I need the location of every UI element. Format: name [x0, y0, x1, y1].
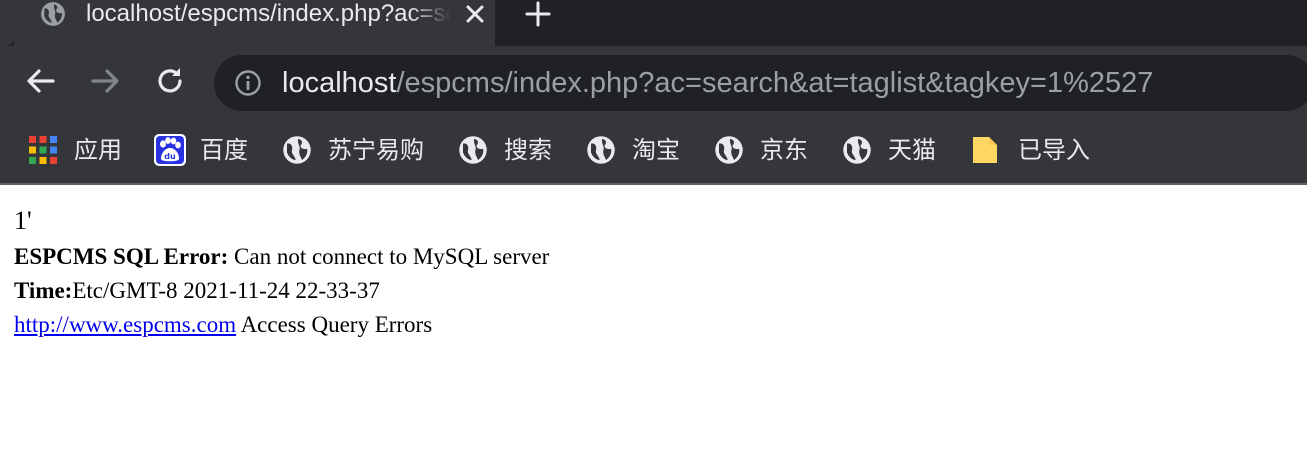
svg-text:du: du [164, 152, 176, 161]
plus-icon[interactable] [524, 0, 552, 28]
page-content: 1' ESPCMS SQL Error: Can not connect to … [14, 202, 1294, 342]
link-line: http://www.espcms.com Access Query Error… [14, 308, 1294, 342]
bookmark-label: 搜索 [504, 136, 552, 164]
bookmarks-bar: 应用 du 百度 苏宁易购 搜索 淘宝 京东 天猫 已导入 [0, 116, 1307, 183]
globe-icon [587, 136, 615, 164]
baidu-paw-icon: du [154, 134, 186, 166]
bookmark-suning[interactable]: 苏宁易购 [282, 130, 424, 170]
globe-icon [459, 136, 487, 164]
time-label: Time: [14, 278, 73, 303]
bookmark-jd[interactable]: 京东 [714, 130, 808, 170]
bookmark-label: 天猫 [888, 136, 936, 164]
close-icon[interactable] [463, 2, 487, 26]
apps-grid-icon [29, 136, 57, 164]
bookmark-label: 淘宝 [632, 136, 680, 164]
bookmark-baidu[interactable]: du 百度 [154, 130, 248, 170]
url-text[interactable]: localhost/espcms/index.php?ac=search&at=… [282, 65, 1153, 101]
time-line: Time:Etc/GMT-8 2021-11-24 22-33-37 [14, 274, 1294, 308]
sql-error-line: ESPCMS SQL Error: Can not connect to MyS… [14, 240, 1294, 274]
error-label: ESPCMS SQL Error: [14, 244, 229, 269]
tab-title: localhost/espcms/index.php?ac=search&at=… [86, 0, 451, 27]
tab-strip: localhost/espcms/index.php?ac=search&at=… [0, 0, 1307, 46]
arrow-right-icon[interactable] [88, 64, 122, 98]
query-echo: 1' [14, 206, 32, 235]
bookmark-label: 百度 [200, 136, 248, 164]
tab-strip-edge [0, 0, 14, 46]
url-path: /espcms/index.php?ac=search&at=taglist&t… [396, 67, 1154, 99]
bookmark-apps[interactable]: 应用 [28, 130, 122, 170]
bookmark-label: 应用 [74, 136, 122, 164]
globe-icon [283, 136, 311, 164]
arrow-left-icon[interactable] [24, 64, 58, 98]
browser-toolbar: localhost/espcms/index.php?ac=search&at=… [0, 46, 1307, 116]
bookmark-label: 苏宁易购 [328, 136, 424, 164]
espcms-link[interactable]: http://www.espcms.com [14, 312, 236, 337]
globe-icon [715, 136, 743, 164]
reload-icon[interactable] [153, 64, 187, 98]
toolbar-divider [0, 183, 1307, 185]
bookmark-search[interactable]: 搜索 [458, 130, 552, 170]
bookmark-folder-imported[interactable]: 已导入 [972, 130, 1090, 170]
url-host: localhost [282, 67, 397, 99]
globe-icon [843, 136, 871, 164]
folder-icon [973, 137, 997, 163]
error-message: Can not connect to MySQL server [228, 244, 550, 269]
bookmark-label: 已导入 [1018, 136, 1090, 164]
info-icon[interactable] [234, 69, 262, 97]
browser-tab[interactable]: localhost/espcms/index.php?ac=search&at=… [14, 0, 495, 46]
address-bar[interactable]: localhost/espcms/index.php?ac=search&at=… [214, 55, 1307, 111]
globe-icon [41, 2, 65, 26]
time-value: Etc/GMT-8 2021-11-24 22-33-37 [72, 278, 380, 303]
bookmark-taobao[interactable]: 淘宝 [586, 130, 680, 170]
bookmark-label: 京东 [760, 136, 808, 164]
link-suffix: Access Query Errors [236, 312, 433, 337]
bookmark-tmall[interactable]: 天猫 [842, 130, 936, 170]
